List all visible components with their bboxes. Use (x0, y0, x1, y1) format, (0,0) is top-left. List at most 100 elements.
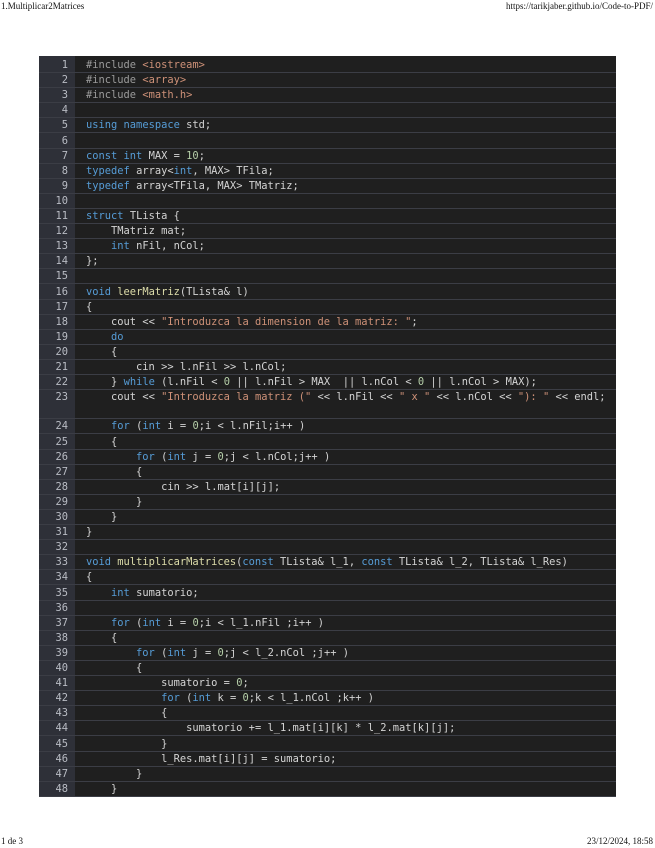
code-text: }; (86, 255, 99, 268)
code-line: 32 (39, 540, 616, 556)
code-text: typedef array<TFila, MAX> TMatriz; (86, 179, 299, 192)
line-number: 44 (55, 722, 68, 735)
line-number: 45 (55, 737, 68, 750)
code-line: 23 cout << "Introduzca la matriz (" << l… (39, 390, 616, 420)
code-text: sumatorio += l_1.mat[i][k] * l_2.mat[k][… (186, 722, 456, 735)
line-number: 16 (55, 285, 68, 298)
line-number: 47 (55, 767, 68, 780)
code-line: 26 for (int j = 0;j < l.nCol;j++ ) (39, 450, 616, 465)
code-line: 27 { (39, 465, 616, 480)
code-text: for (int j = 0;j < l_2.nCol ;j++ ) (136, 646, 349, 659)
line-number: 18 (55, 315, 68, 328)
line-number: 27 (55, 465, 68, 478)
code-text: for (int j = 0;j < l.nCol;j++ ) (136, 450, 331, 463)
code-line: 47 } (39, 767, 616, 782)
code-line: 21 cin >> l.nFil >> l.nCol; (39, 360, 616, 376)
code-text: cout << "Introduzca la matriz (" << l.nF… (111, 391, 606, 404)
code-text: { (86, 571, 93, 584)
code-text: typedef array<int, MAX> TFila; (86, 164, 274, 177)
code-line: 46 l_Res.mat[i][j] = sumatorio; (39, 752, 616, 767)
code-text: #include <math.h> (86, 89, 193, 102)
line-number: 26 (55, 450, 68, 463)
code-line: 36 (39, 601, 616, 616)
code-line: 43 { (39, 706, 616, 722)
code-line: 12 TMatriz mat; (39, 224, 616, 240)
code-text: void multiplicarMatrices(const TLista& l… (86, 556, 568, 569)
code-line: 33 void multiplicarMatrices(const TLista&… (39, 555, 616, 571)
line-number: 13 (55, 240, 68, 253)
line-number: 25 (55, 435, 68, 448)
code-line: 25 { (39, 435, 616, 450)
code-text: cout << "Introduzca la dimension de la m… (111, 315, 418, 328)
line-number: 24 (55, 420, 68, 433)
code-text: { (86, 300, 93, 313)
code-line: 34 { (39, 570, 616, 586)
code-text: { (161, 707, 168, 720)
code-line: 10 (39, 194, 616, 209)
line-number: 39 (55, 646, 68, 659)
line-number: 3 (61, 89, 68, 102)
code-text: struct TLista { (86, 210, 180, 222)
code-block: 1 #include <iostream> 2 #include <array> 3 #i… (39, 56, 616, 797)
code-text: for (int k = 0;k < l_1.nCol ;k++ ) (161, 692, 375, 705)
line-number: 17 (55, 300, 68, 313)
code-text: } (86, 526, 93, 539)
code-text: } (136, 495, 143, 508)
line-number: 22 (55, 376, 68, 389)
code-text: { (136, 465, 143, 478)
line-number: 37 (55, 616, 68, 629)
code-text: } (111, 782, 118, 795)
line-number: 34 (55, 571, 68, 584)
print-timestamp: 23/12/2024, 18:58 (586, 836, 653, 846)
code-text: l_Res.mat[i][j] = sumatorio; (161, 752, 337, 765)
code-line: 9 typedef array<TFila, MAX> TMatriz; (39, 179, 616, 194)
code-line: 18 cout << "Introduzca la dimension de l… (39, 315, 616, 330)
code-line: 7 const int MAX = 10; (39, 149, 616, 164)
code-text: #include <array> (86, 74, 187, 87)
line-number: 1 (61, 59, 68, 71)
line-number: 10 (55, 194, 68, 207)
code-text: { (111, 345, 118, 358)
code-text: TMatriz mat; (111, 225, 187, 238)
code-line: 35 int sumatorio; (39, 586, 616, 601)
code-line: 40 { (39, 661, 616, 677)
code-line: 4 (39, 103, 616, 119)
line-number: 6 (61, 134, 68, 147)
code-line: 15 (39, 269, 616, 285)
line-number: 48 (55, 782, 68, 795)
line-number: 20 (55, 345, 68, 358)
code-line: 5 using namespace std; (39, 118, 616, 134)
line-number: 9 (61, 179, 68, 192)
code-line: 29 } (39, 495, 616, 510)
line-number: 46 (55, 752, 68, 765)
code-text: cin >> l.nFil >> l.nCol; (136, 361, 287, 373)
code-line: 22 } while (l.nFil < 0 || l.nFil > MAX |… (39, 375, 616, 391)
line-number: 23 (55, 391, 68, 404)
line-number: 15 (55, 270, 68, 283)
page-number: 1 de 3 (1, 836, 23, 846)
code-text: } (161, 737, 168, 750)
code-line: 3 #include <math.h> (39, 88, 616, 104)
code-line: 31} (39, 525, 616, 541)
code-text: do (111, 330, 124, 343)
page-header-title: 1.Multiplicar2Matrices (1, 1, 85, 11)
code-line: 14}; (39, 254, 616, 270)
code-text: const int MAX = 10; (86, 149, 205, 162)
page-header-url[interactable]: https://tarikjaber.github.io/Code-to-PDF… (506, 1, 653, 12)
line-number: 5 (61, 119, 68, 132)
line-number: 35 (55, 586, 68, 599)
code-line: 48 } (39, 782, 616, 797)
line-number: 31 (55, 526, 68, 539)
code-line: 42 for (int k = 0;k < l_1.nCol ;k++ ) (39, 691, 616, 707)
code-text: } (111, 511, 118, 523)
code-text: for (int i = 0;i < l.nFil;i++ ) (111, 420, 306, 433)
code-line: 30 } (39, 510, 616, 526)
line-number: 41 (55, 677, 68, 690)
line-number: 36 (55, 601, 68, 614)
line-number: 2 (61, 74, 68, 87)
code-text: sumatorio = 0; (161, 677, 249, 690)
code-text: } (136, 767, 143, 780)
code-line: 45 } (39, 737, 616, 752)
line-number: 28 (55, 480, 68, 493)
line-number: 30 (55, 511, 68, 523)
